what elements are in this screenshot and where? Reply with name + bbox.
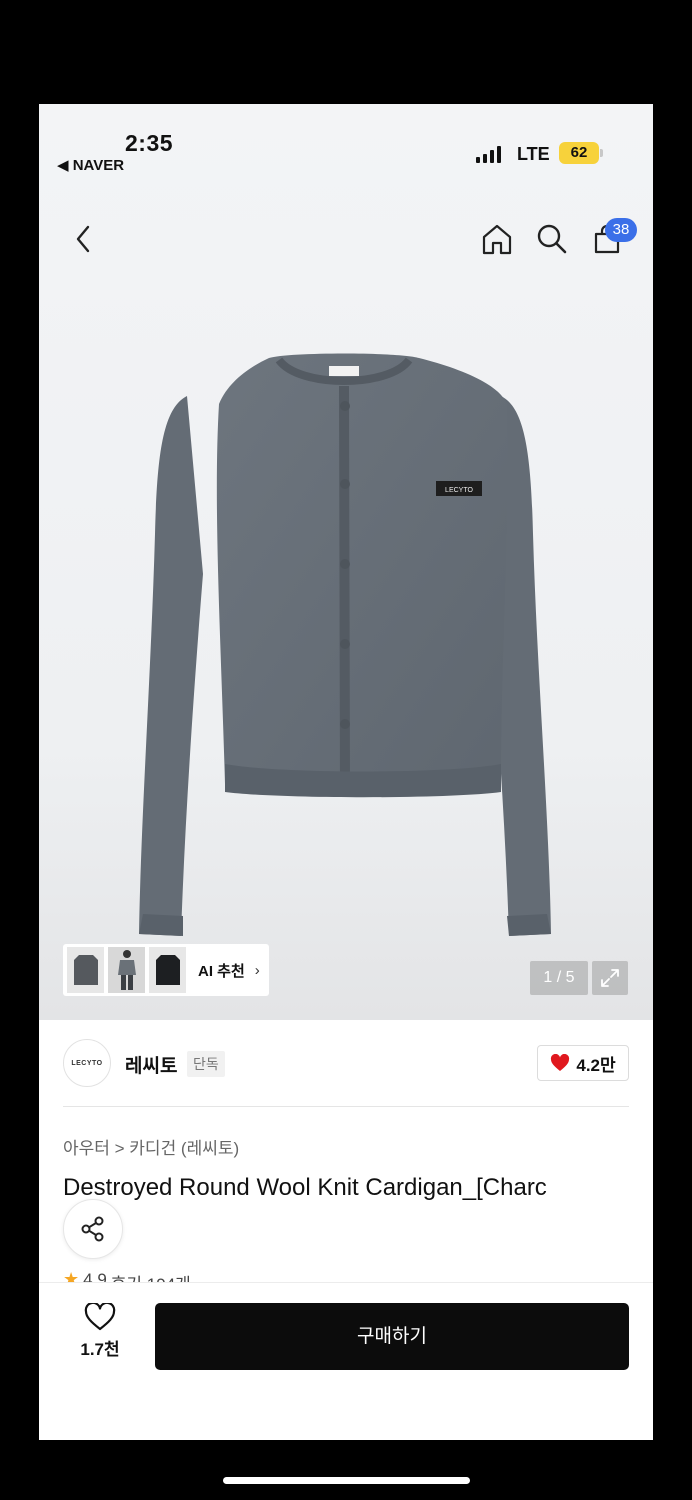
search-icon: [537, 224, 567, 254]
expand-button[interactable]: [592, 961, 628, 995]
share-icon: [81, 1216, 104, 1242]
battery-icon: 62: [559, 142, 599, 164]
brand-row[interactable]: LECYTO 레씨토 단독 4.2만: [63, 1039, 629, 1089]
back-to-app-link[interactable]: ◀ NAVER: [57, 156, 124, 174]
exclusive-tag: 단독: [187, 1051, 225, 1077]
thumbnail-2[interactable]: [108, 947, 145, 993]
battery-tip: [600, 149, 603, 157]
signal-icon: [476, 145, 501, 163]
bottom-action-bar: 1.7천 구매하기: [39, 1282, 653, 1392]
top-navigation: [39, 214, 653, 264]
status-time: 2:35: [125, 130, 174, 156]
product-hero: 2:35 ◀ NAVER LTE 62 38 LECYTO AI 추천 › 1 …: [39, 104, 653, 1020]
product-logo-text: LECYTO: [445, 487, 473, 494]
search-button[interactable]: [532, 214, 572, 264]
thumbnail-3[interactable]: [149, 947, 186, 993]
status-bar: 2:35 ◀ NAVER LTE 62: [39, 104, 653, 184]
home-icon: [482, 224, 512, 255]
heart-icon: [551, 1054, 570, 1071]
brand-like-button[interactable]: 4.2만: [537, 1045, 629, 1081]
brand-like-count: 4.2만: [576, 1055, 616, 1075]
back-button[interactable]: [63, 214, 103, 264]
heart-outline-icon: [84, 1303, 116, 1331]
ai-recommend-strip[interactable]: AI 추천 ›: [63, 944, 269, 996]
app-screen: 2:35 ◀ NAVER LTE 62 38 LECYTO AI 추천 › 1 …: [39, 104, 653, 1440]
home-button[interactable]: [477, 214, 517, 264]
image-pager: 1 / 5: [530, 961, 588, 995]
wish-button[interactable]: 1.7천: [69, 1303, 131, 1369]
ai-recommend-label[interactable]: AI 추천: [198, 960, 245, 981]
product-image[interactable]: LECYTO: [129, 344, 559, 944]
expand-icon: [601, 969, 619, 987]
divider: [63, 1106, 629, 1107]
wish-count: 1.7천: [80, 1340, 120, 1359]
chevron-right-icon: ›: [254, 961, 260, 979]
cart-count-badge: 38: [605, 218, 637, 242]
chevron-left-icon: [76, 225, 90, 253]
brand-name[interactable]: 레씨토: [125, 1051, 177, 1078]
home-indicator[interactable]: [223, 1477, 470, 1484]
buy-button[interactable]: 구매하기: [155, 1303, 629, 1370]
thumbnail-1[interactable]: [67, 947, 104, 993]
brand-logo[interactable]: LECYTO: [63, 1039, 111, 1087]
network-label: LTE: [517, 144, 550, 164]
breadcrumb[interactable]: 아우터 > 카디건 (레씨토): [63, 1134, 239, 1159]
share-button[interactable]: [63, 1199, 123, 1259]
product-title: Destroyed Round Wool Knit Cardigan_[Char…: [63, 1174, 547, 1201]
